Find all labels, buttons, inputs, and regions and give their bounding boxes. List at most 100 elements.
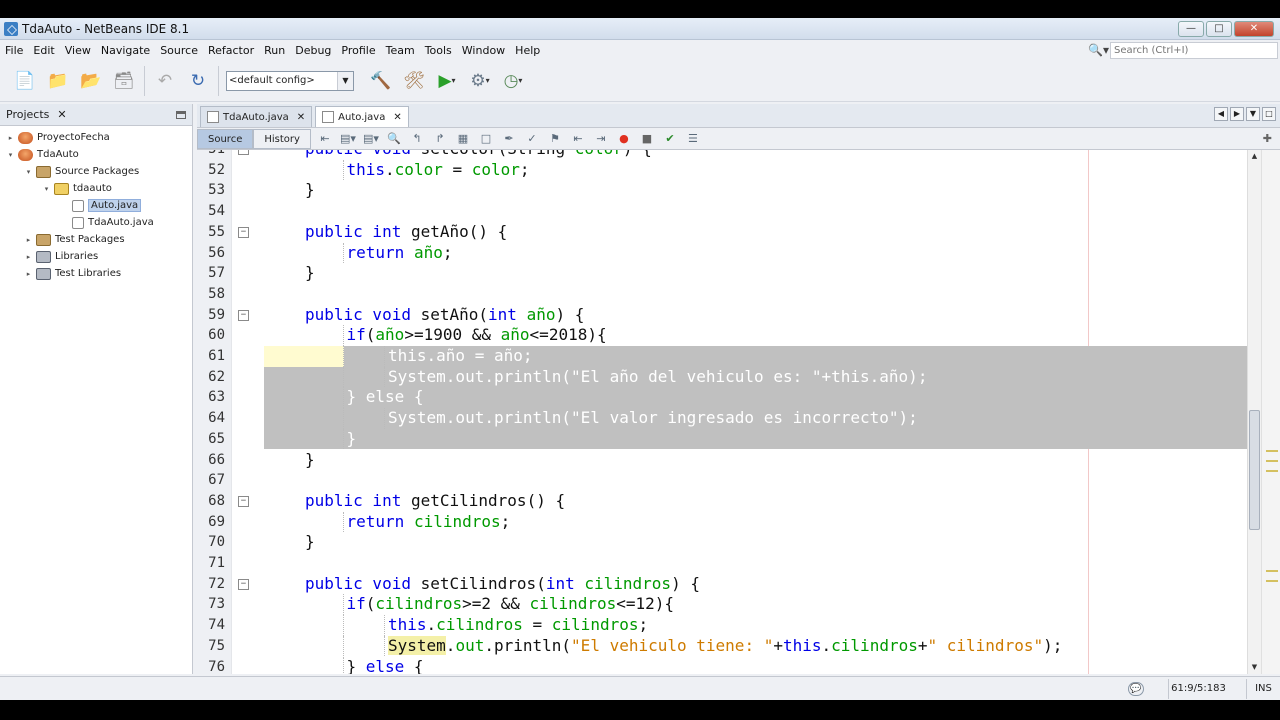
forward-icon[interactable]: ▤▾ <box>362 131 380 147</box>
code-line[interactable]: 61 this.año = año; <box>197 346 1247 367</box>
search-input[interactable] <box>1110 41 1278 59</box>
scroll-tabs-right-icon[interactable]: ▶ <box>1230 107 1244 121</box>
code-line[interactable]: 70} <box>197 532 1247 553</box>
maximize-button[interactable]: □ <box>1206 20 1232 37</box>
clean-build-icon[interactable]: 🔨 <box>368 68 394 94</box>
menu-window[interactable]: Window <box>457 44 510 57</box>
collapse-toggle-icon[interactable]: ▾ <box>24 168 33 176</box>
code-line[interactable]: 54 <box>197 201 1247 222</box>
code-line[interactable]: 75 System.out.println("El vehiculo tiene:… <box>197 635 1247 657</box>
code-line[interactable]: 76} else { <box>197 656 1247 674</box>
code-line[interactable]: 72 − public void setCilindros(int cilindro… <box>197 574 1247 595</box>
tree-node[interactable]: ▸ Libraries <box>0 248 192 265</box>
tree-node[interactable]: ▸ Test Packages <box>0 231 192 248</box>
shift-right-icon[interactable]: ⇥ <box>592 131 610 147</box>
code-line[interactable]: 64 System.out.println("El valor ingresado… <box>197 408 1247 429</box>
collapse-toggle-icon[interactable]: ▾ <box>6 151 15 159</box>
expand-toggle-icon[interactable]: ▸ <box>6 134 15 142</box>
code-line[interactable]: 60 if(año>=1900 && año<=2018){ <box>197 325 1247 346</box>
profile-icon[interactable]: ◷ ▾ <box>500 68 526 94</box>
expand-toggle-icon[interactable]: ▸ <box>24 253 33 261</box>
fold-toggle-icon[interactable]: − <box>238 309 249 321</box>
fold-toggle-icon[interactable]: − <box>238 150 249 155</box>
tab-history[interactable]: History <box>253 128 311 149</box>
minimize-panel-icon[interactable] <box>176 110 186 119</box>
next-bookmark-icon[interactable]: ✓ <box>523 131 541 147</box>
code-view[interactable]: 51−public void setColor(String color) {5… <box>197 150 1247 674</box>
config-dropdown[interactable]: <default config> ▼ <box>226 70 354 91</box>
menu-help[interactable]: Help <box>510 44 545 57</box>
code-line[interactable]: 53} <box>197 180 1247 201</box>
tree-node[interactable]: ▸ ProyectoFecha <box>0 129 192 146</box>
code-line[interactable]: 69 return cilindros; <box>197 511 1247 533</box>
code-line[interactable]: 63} else { <box>197 387 1247 409</box>
scroll-thumb[interactable] <box>1249 410 1260 530</box>
menu-team[interactable]: Team <box>381 44 420 57</box>
close-project-icon[interactable]: 🗃 <box>111 68 137 94</box>
find-previous-icon[interactable]: ↰ <box>408 131 426 147</box>
code-line[interactable]: 73 if(cilindros>=2 && cilindros<=12){ <box>197 594 1247 616</box>
previous-bookmark-icon[interactable]: ✒ <box>500 131 518 147</box>
toggle-rect-select-icon[interactable]: □ <box>477 131 495 147</box>
tree-node[interactable]: ▾ TdaAuto <box>0 146 192 163</box>
code-line[interactable]: 66} <box>197 450 1247 471</box>
tree-node[interactable]: TdaAuto.java <box>0 214 192 231</box>
error-stripe[interactable] <box>1261 150 1280 674</box>
notifications-icon[interactable]: 💬 <box>1128 681 1144 696</box>
menu-view[interactable]: View <box>60 44 96 57</box>
code-line[interactable]: 59 − public void setAño(int año) { <box>197 305 1247 326</box>
tree-node[interactable]: ▸ Test Libraries <box>0 265 192 282</box>
menu-edit[interactable]: Edit <box>28 44 59 57</box>
code-line[interactable]: 57} <box>197 263 1247 284</box>
collapse-toggle-icon[interactable]: ▾ <box>42 185 51 193</box>
fold-toggle-icon[interactable]: − <box>238 578 249 590</box>
code-line[interactable]: 71 <box>197 553 1247 574</box>
find-icon[interactable]: 🔍 <box>385 131 403 147</box>
tree-node[interactable]: Auto.java <box>0 197 192 214</box>
menu-file[interactable]: File <box>0 44 28 57</box>
menu-refactor[interactable]: Refactor <box>203 44 259 57</box>
menu-debug[interactable]: Debug <box>290 44 336 57</box>
expand-toggle-icon[interactable]: ▸ <box>24 236 33 244</box>
uncomment-icon[interactable]: ☰ <box>684 131 702 147</box>
new-file-icon[interactable]: 📄 <box>12 68 38 94</box>
fold-toggle-icon[interactable]: − <box>238 226 249 238</box>
open-project-icon[interactable]: 📂 <box>78 68 104 94</box>
build-icon[interactable]: 🛠 <box>401 68 427 94</box>
shift-left-icon[interactable]: ⇤ <box>569 131 587 147</box>
minimize-button[interactable]: — <box>1178 20 1204 37</box>
menu-run[interactable]: Run <box>259 44 290 57</box>
fold-toggle-icon[interactable]: − <box>238 495 249 507</box>
tab-tdaauto-java[interactable]: TdaAuto.java ✕ <box>200 106 313 127</box>
find-next-icon[interactable]: ↱ <box>431 131 449 147</box>
split-window-icon[interactable]: ✚ <box>1263 132 1272 145</box>
start-macro-icon[interactable]: ● <box>615 131 633 147</box>
code-line[interactable]: 65} <box>197 428 1247 450</box>
close-button[interactable]: ✕ <box>1234 20 1274 37</box>
code-line[interactable]: 51 − public void setColor(String color) { <box>197 150 1247 160</box>
back-icon[interactable]: ▤▾ <box>339 131 357 147</box>
search-icon[interactable]: 🔍▾ <box>1088 42 1110 58</box>
expand-toggle-icon[interactable]: ▸ <box>24 270 33 278</box>
close-icon[interactable]: ✕ <box>297 112 305 123</box>
menu-tools[interactable]: Tools <box>420 44 457 57</box>
scroll-tabs-left-icon[interactable]: ◀ <box>1214 107 1228 121</box>
vertical-scrollbar[interactable]: ▲ ▼ <box>1247 150 1261 674</box>
tree-node[interactable]: ▾ Source Packages <box>0 163 192 180</box>
menu-navigate[interactable]: Navigate <box>96 44 155 57</box>
debug-icon[interactable]: ⚙ ▾ <box>467 68 493 94</box>
toggle-bookmark-icon[interactable]: ⚑ <box>546 131 564 147</box>
code-line[interactable]: 52 this.color = color; <box>197 159 1247 181</box>
menu-source[interactable]: Source <box>155 44 203 57</box>
code-line[interactable]: 58 <box>197 284 1247 305</box>
redo-icon[interactable]: ↻ <box>185 68 211 94</box>
menu-profile[interactable]: Profile <box>336 44 380 57</box>
code-line[interactable]: 62 System.out.println("El año del vehicul… <box>197 366 1247 388</box>
code-line[interactable]: 68 − public int getCilindros() { <box>197 491 1247 512</box>
tab-source[interactable]: Source <box>197 128 254 149</box>
projects-tab[interactable]: Projects <box>6 108 49 121</box>
code-line[interactable]: 55 − public int getAño() { <box>197 222 1247 243</box>
code-line[interactable]: 56 return año; <box>197 242 1247 264</box>
comment-icon[interactable]: ✔ <box>661 131 679 147</box>
new-project-icon[interactable]: 📁 <box>45 68 71 94</box>
